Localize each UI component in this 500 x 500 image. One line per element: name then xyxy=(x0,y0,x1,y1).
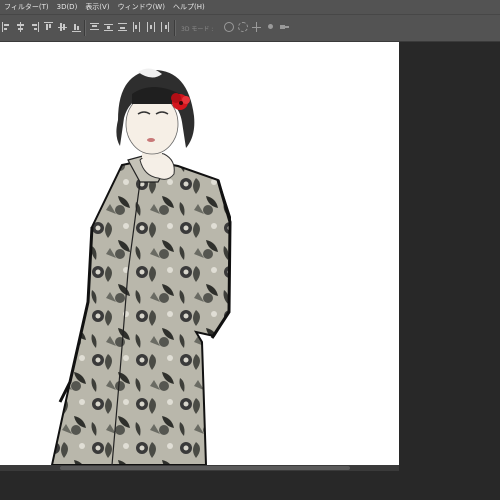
options-bar: 3D モード : xyxy=(0,14,500,42)
scrollbar-thumb[interactable] xyxy=(60,466,350,470)
roll-3d-icon[interactable] xyxy=(238,22,248,32)
distribute-vcenter-icon[interactable] xyxy=(104,22,113,32)
menu-view[interactable]: 表示(V) xyxy=(81,0,113,14)
document-canvas[interactable] xyxy=(0,42,399,465)
align-vertical-centers-icon[interactable] xyxy=(58,22,67,32)
options-separator xyxy=(84,20,86,36)
align-horizontal-centers-icon[interactable] xyxy=(16,22,25,32)
options-separator xyxy=(174,20,176,36)
distribute-left-icon[interactable] xyxy=(132,22,141,32)
distribute-hcenter-icon[interactable] xyxy=(146,22,155,32)
distribute-top-icon[interactable] xyxy=(90,22,99,32)
fashion-illustration xyxy=(50,68,232,465)
pan-3d-icon[interactable] xyxy=(252,22,261,32)
align-right-edges-icon[interactable] xyxy=(30,22,39,32)
distribute-right-icon[interactable] xyxy=(160,22,169,32)
menu-help[interactable]: ヘルプ(H) xyxy=(169,0,209,14)
scale-3d-icon[interactable] xyxy=(280,22,289,32)
menu-3d[interactable]: 3D(D) xyxy=(53,0,82,14)
menu-bar: フィルター(T) 3D(D) 表示(V) ウィンドウ(W) ヘルプ(H) xyxy=(0,0,500,14)
menu-window[interactable]: ウィンドウ(W) xyxy=(114,0,169,14)
menu-filter[interactable]: フィルター(T) xyxy=(0,0,53,14)
distribute-bottom-icon[interactable] xyxy=(118,22,127,32)
horizontal-scrollbar[interactable] xyxy=(0,465,399,471)
align-bottom-edges-icon[interactable] xyxy=(72,22,81,32)
orbit-3d-icon[interactable] xyxy=(224,22,234,32)
align-top-edges-icon[interactable] xyxy=(44,22,53,32)
mode-3d-label: 3D モード : xyxy=(181,26,214,33)
slide-3d-icon[interactable] xyxy=(266,22,275,32)
align-left-edges-icon[interactable] xyxy=(2,22,11,32)
